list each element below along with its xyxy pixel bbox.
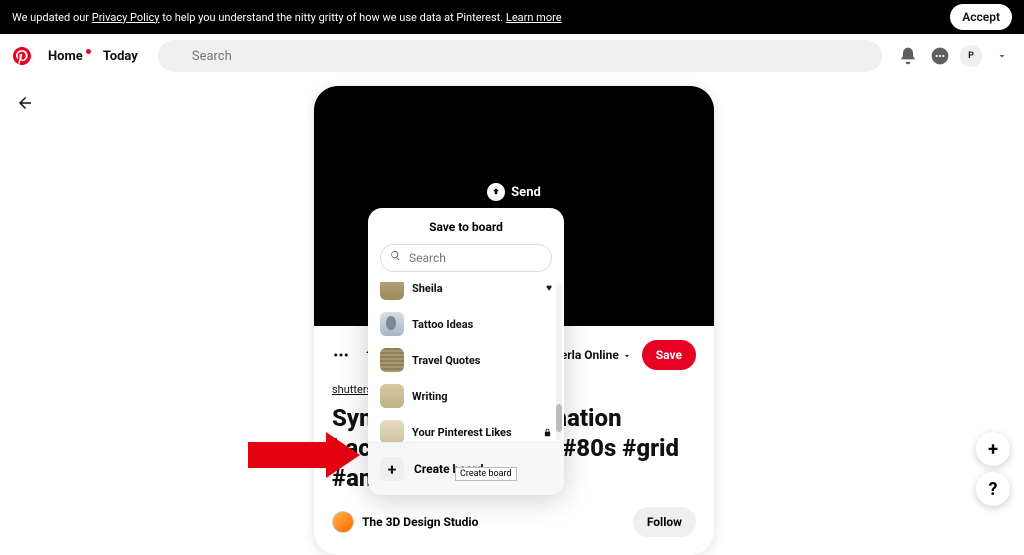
board-thumb-icon (380, 384, 404, 408)
nav-today[interactable]: Today (97, 49, 144, 64)
notification-dot-icon (86, 49, 91, 54)
board-thumb-icon (380, 348, 404, 372)
account-avatar[interactable]: P (960, 45, 982, 67)
board-thumb-icon (380, 282, 404, 300)
board-list: Sheila ♥ Tattoo Ideas Travel Quotes Writ… (368, 282, 564, 442)
board-label: Tattoo Ideas (412, 318, 473, 331)
banner-pre: We updated our (12, 11, 92, 24)
more-icon[interactable] (332, 346, 350, 364)
scrollbar[interactable] (556, 284, 562, 440)
send-row[interactable]: Send (487, 183, 541, 201)
banner-text: We updated our Privacy Policy to help yo… (12, 11, 562, 24)
scrollbar-thumb[interactable] (556, 404, 562, 432)
board-item[interactable]: Sheila ♥ (368, 282, 564, 306)
nav-home[interactable]: Home (42, 49, 89, 64)
save-to-board-popover: Save to board Sheila ♥ Tattoo Ideas Trav… (368, 208, 564, 495)
learn-more-link[interactable]: Learn more (506, 11, 562, 24)
send-icon (487, 183, 505, 201)
board-thumb-icon (380, 312, 404, 336)
help-fab[interactable]: ? (976, 472, 1010, 506)
heart-icon: ♥ (546, 283, 552, 294)
board-thumb-icon (380, 420, 404, 442)
search-icon (390, 250, 401, 261)
board-item[interactable]: Writing (368, 378, 564, 414)
popover-title: Save to board (368, 208, 564, 244)
profile-name[interactable]: The 3D Design Studio (362, 515, 478, 529)
chevron-down-icon[interactable] (990, 44, 1014, 68)
board-item[interactable]: Travel Quotes (368, 342, 564, 378)
banner-mid: to help you understand the nitty gritty … (159, 11, 505, 24)
board-label: Travel Quotes (412, 354, 480, 367)
pinterest-logo-icon[interactable] (10, 44, 34, 68)
accept-button[interactable]: Accept (950, 4, 1012, 30)
save-button[interactable]: Save (642, 340, 696, 370)
board-label: Sheila (412, 282, 443, 295)
follow-button[interactable]: Follow (633, 507, 696, 537)
board-search-input[interactable] (380, 244, 552, 272)
board-label: Your Pinterest Likes (412, 426, 512, 439)
messages-icon[interactable] (928, 44, 952, 68)
back-button[interactable] (16, 94, 34, 112)
board-item[interactable]: Your Pinterest Likes (368, 414, 564, 442)
add-fab[interactable]: + (976, 432, 1010, 466)
search-input[interactable] (158, 40, 882, 72)
instruction-arrow-icon (248, 442, 328, 468)
popover-search-wrap (368, 244, 564, 282)
board-selector[interactable]: Perla Online (553, 348, 632, 362)
privacy-banner: We updated our Privacy Policy to help yo… (0, 0, 1024, 34)
board-item[interactable]: Tattoo Ideas (368, 306, 564, 342)
profile-row: The 3D Design Studio Follow (332, 507, 696, 537)
send-label: Send (511, 185, 541, 200)
plus-icon: + (380, 457, 404, 481)
profile-avatar[interactable] (332, 511, 354, 533)
search-wrap (158, 40, 882, 72)
board-label: Writing (412, 390, 448, 403)
create-board-tooltip: Create board (455, 467, 517, 481)
header: Home Today P (0, 34, 1024, 78)
privacy-policy-link[interactable]: Privacy Policy (92, 11, 160, 24)
notifications-icon[interactable] (896, 44, 920, 68)
action-right: Perla Online Save (553, 340, 696, 370)
lock-icon (543, 428, 552, 437)
